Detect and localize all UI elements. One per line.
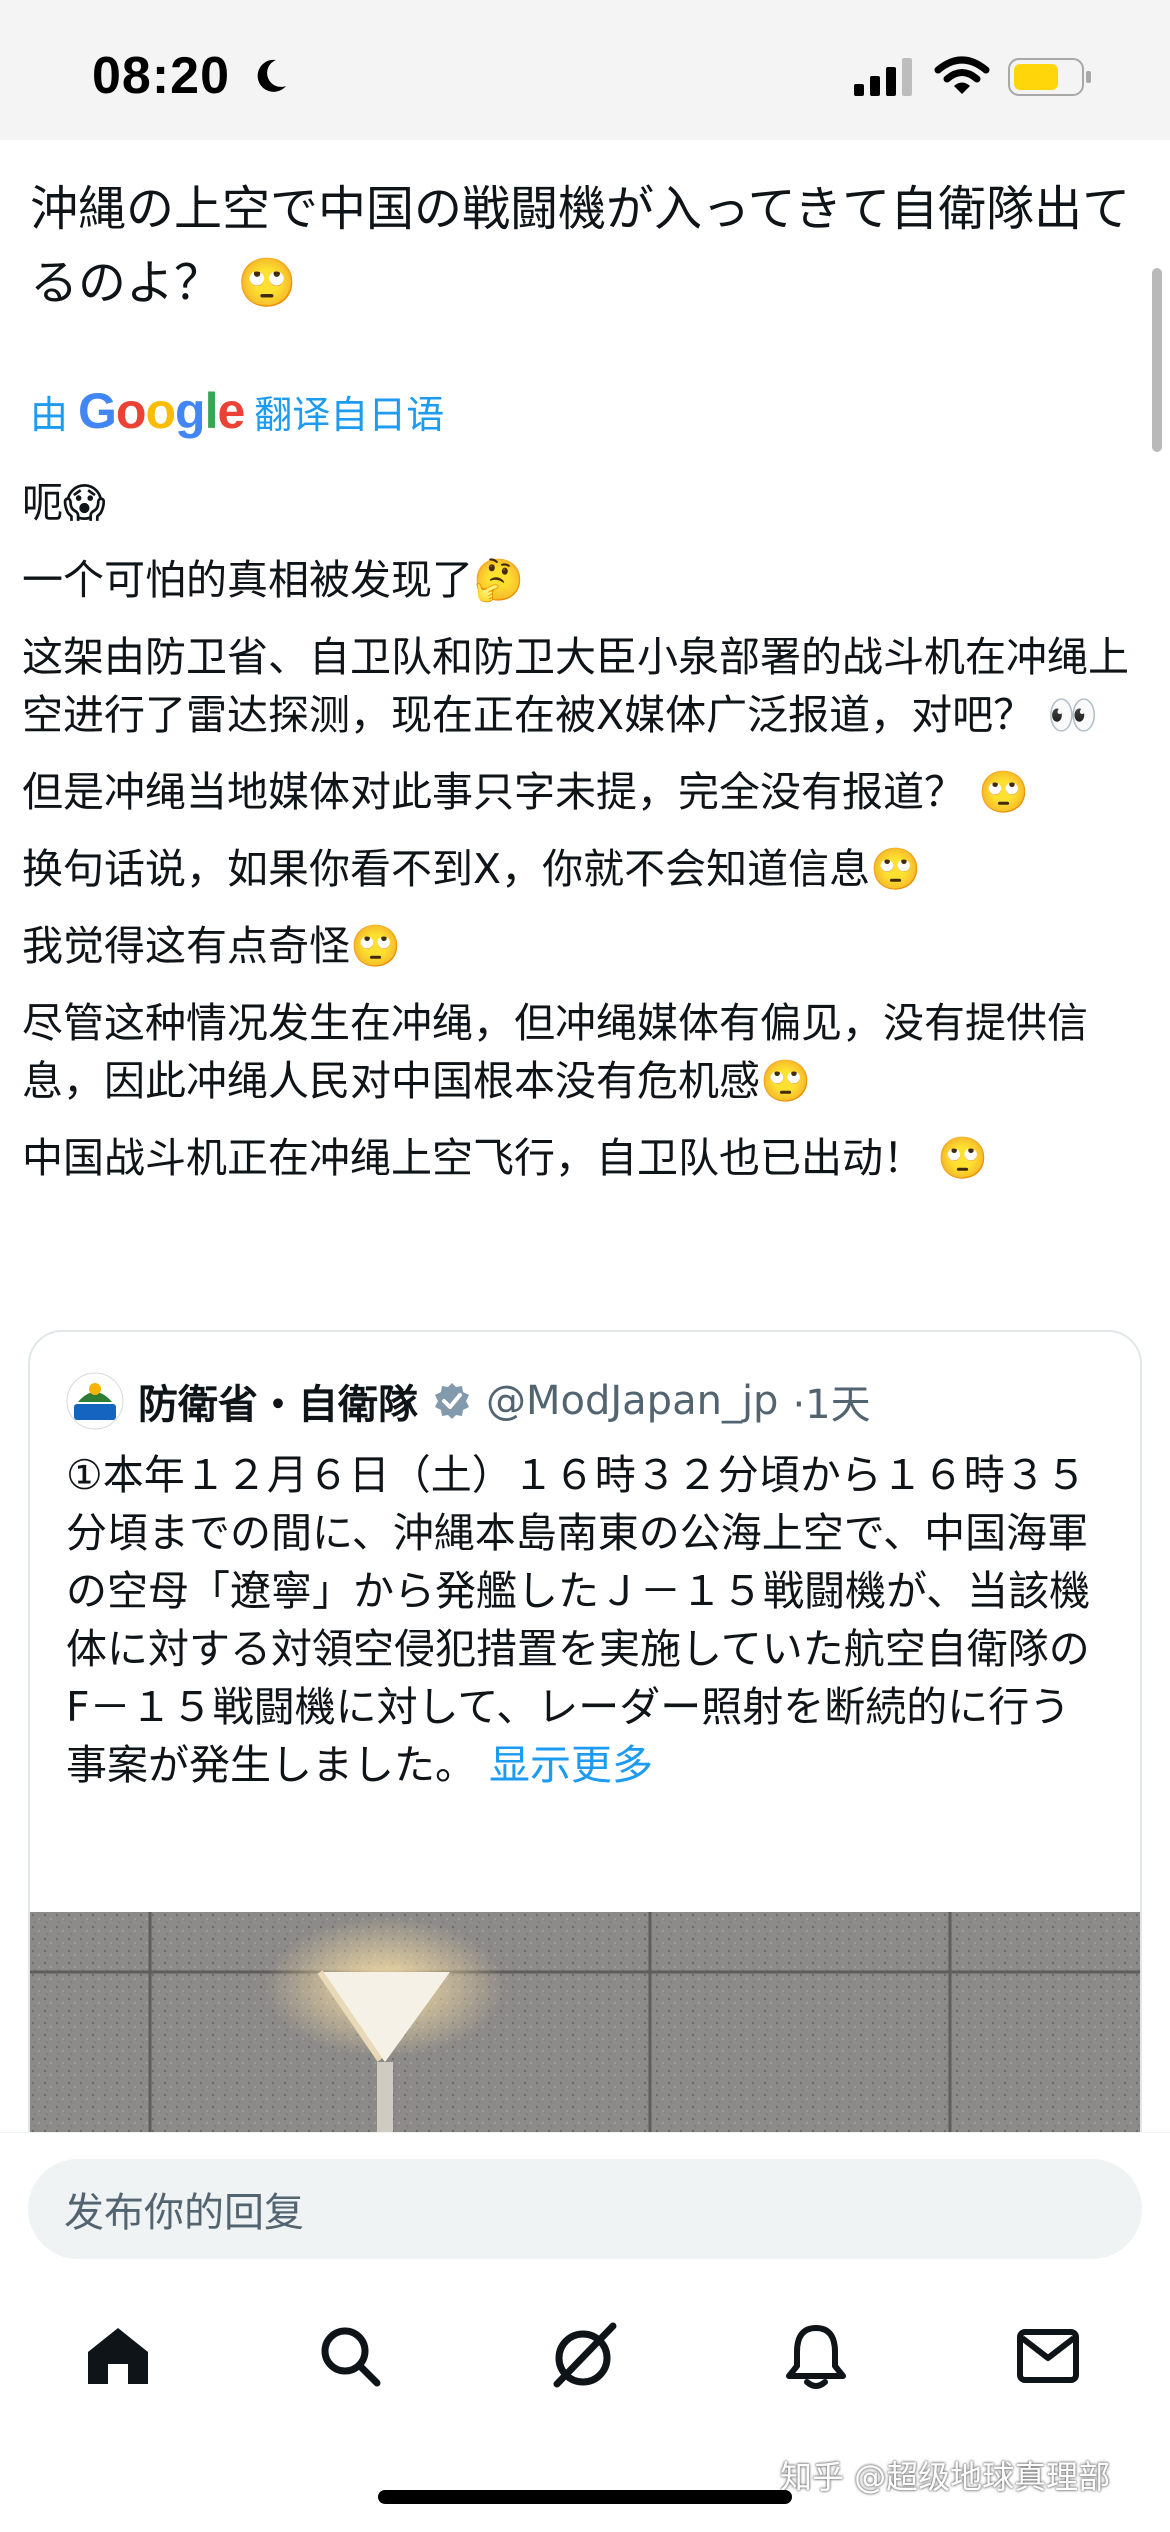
translated-paragraph: 我觉得这有点奇怪🙄 [22,922,402,970]
nav-home[interactable] [78,2316,158,2396]
show-more-link[interactable]: 显示更多 [489,1741,653,1789]
moon-icon [257,59,286,92]
translated-paragraph: 但是冲绳当地媒体对此事只字未提，完全没有报道？ 🙄 [22,768,1030,816]
nav-messages[interactable] [1008,2316,1088,2396]
status-bar: 08:20 [0,0,1170,140]
quoted-post-time: ·1天 [792,1382,871,1428]
quoted-post-header: 防衛省・自衛隊 @ModJapan_jp ·1天 [66,1372,871,1430]
translate-suffix: 翻译自日语 [254,392,445,437]
reply-input[interactable]: 发布你的回复 [28,2159,1142,2259]
translated-paragraph: 这架由防卫省、自卫队和防卫大臣小泉部署的战斗机在冲绳上空进行了雷达探测，现在正在… [22,633,1129,739]
quoted-post-text: ①本年１２月６日（土）１６時３２分頃から１６時３５分頃までの間に、沖縄本島南東の… [66,1446,1106,1794]
quoted-post-body: ①本年１２月６日（土）１６時３２分頃から１６時３５分頃までの間に、沖縄本島南東の… [66,1451,1091,1789]
notifications-icon [786,2325,846,2389]
search-icon [321,2327,381,2387]
translated-paragraph: 呃😱 [22,479,106,527]
translation-attribution[interactable]: 由 Google 翻译自日语 [30,382,444,440]
quoted-author-name[interactable]: 防衛省・自衛隊 [138,1372,418,1430]
home-icon [88,2328,148,2384]
translated-paragraph: 尽管这种情况发生在冲绳，但冲绳媒体有偏见，没有提供信息，因此冲绳人民对中国根本没… [22,999,1088,1105]
nav-search[interactable] [310,2316,390,2396]
translated-paragraph: 一个可怕的真相被发现了🤔 [22,556,525,604]
watermark: 知乎 @超级地球真理部 [780,2458,1111,2496]
wifi-icon [934,56,990,94]
post-original-text: 沖縄の上空で中国の戦闘機が入ってきて自衛隊出てるのよ？ 🙄 [30,181,1131,311]
scrollbar-thumb[interactable] [1152,268,1162,452]
reply-placeholder: 发布你的回复 [64,2190,304,2236]
translated-paragraph: 中国战斗机正在冲绳上空飞行，自卫队也已出动！ 🙄 [22,1134,989,1182]
status-time: 08:20 [92,47,230,105]
translated-text: 呃😱 一个可怕的真相被发现了🤔 这架由防卫省、自卫队和防卫大臣小泉部署的战斗机在… [22,474,1152,1206]
grok-icon [553,2322,617,2388]
verified-badge-icon [435,1383,469,1419]
bottom-navigation: 知乎 @超级地球真理部 [0,2272,1170,2532]
ministry-logo-icon [66,1372,124,1430]
nav-grok[interactable] [543,2316,623,2396]
messages-icon [1017,2329,1079,2383]
google-logo: Google [78,383,245,439]
reply-bar: 发布你的回复 [0,2132,1170,2272]
cellular-signal-icon [854,58,912,96]
quoted-post[interactable]: 防衛省・自衛隊 @ModJapan_jp ·1天 ①本年１２月６日（土）１６時３… [28,1330,1142,2230]
home-indicator[interactable] [378,2490,792,2504]
avatar[interactable] [66,1372,124,1430]
quoted-author-handle[interactable]: @ModJapan_jp [486,1378,778,1424]
nav-notifications[interactable] [776,2316,856,2396]
translated-paragraph: 换句话说，如果你看不到X，你就不会知道信息🙄 [22,845,922,893]
battery-icon [1008,58,1091,96]
translate-prefix: 由 [30,392,69,437]
